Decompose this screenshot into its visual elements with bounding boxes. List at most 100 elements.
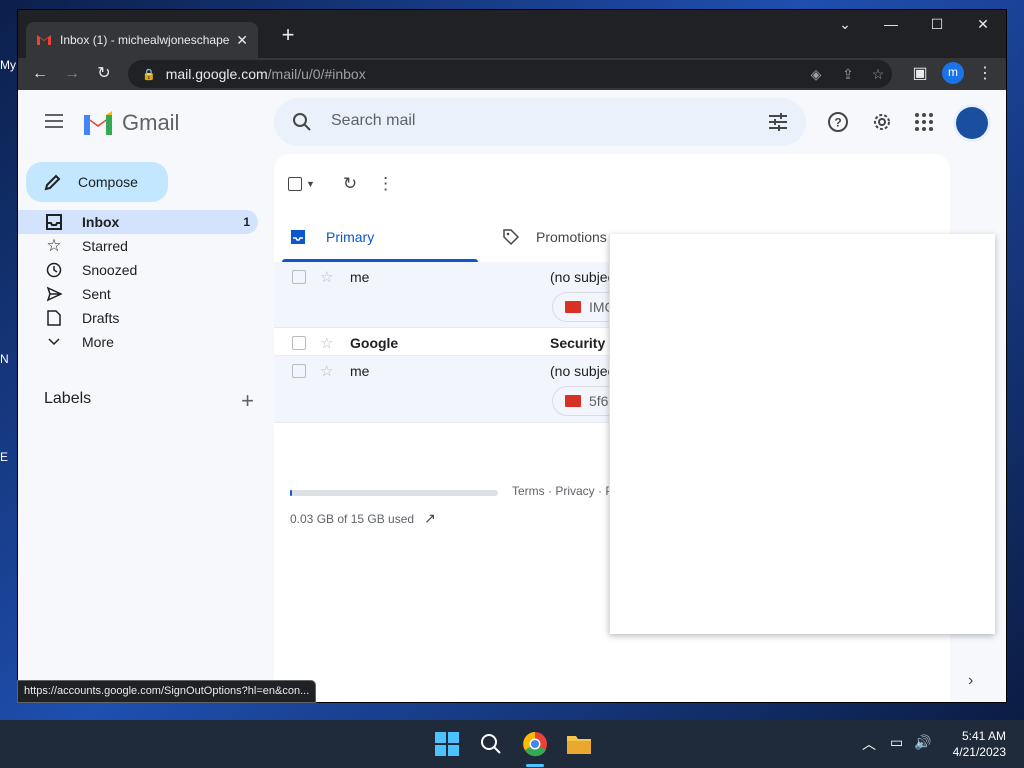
search-input[interactable]: Search mail [331,112,415,130]
sidebar-item-more[interactable]: More [18,330,258,354]
footer-links[interactable]: Terms · Privacy · P [512,484,613,498]
sidebar-item-label: Drafts [82,310,120,326]
browser-window: Inbox (1) - michealwjoneschapel ✕ + ⌄ — … [18,10,1006,702]
sidebar-item-label: More [82,334,114,350]
chevron-down-icon [44,332,64,352]
sidebar-item-label: Snoozed [82,262,138,278]
labels-section: Labels + [44,388,254,413]
windows-start-icon[interactable] [433,730,461,758]
gmail-brand-text: Gmail [122,110,180,135]
volume-icon[interactable]: 🔊 [914,734,931,751]
storage-text: 0.03 GB of 15 GB used [290,511,415,526]
tab-label: Promotions [536,229,607,245]
row-checkbox[interactable] [292,336,306,350]
star-icon[interactable]: ☆ [320,268,333,286]
pencil-icon [44,174,61,191]
extension-icon[interactable]: ◈ [804,62,828,86]
clock-icon [44,260,64,280]
sidebar-item-sent[interactable]: Sent [18,282,258,306]
sidebar-item-starred[interactable]: ☆ Starred [18,234,258,258]
sidebar-item-snoozed[interactable]: Snoozed [18,258,258,282]
back-icon[interactable]: ← [28,62,52,86]
maximize-button[interactable]: ☐ [922,16,952,33]
tab-search-icon[interactable]: ⌄ [830,16,860,33]
select-all-checkbox[interactable]: ▼ [288,177,315,191]
bookmark-star-icon[interactable]: ☆ [866,62,890,86]
email-sender: me [350,363,370,379]
gmail-m-icon [84,111,112,135]
chevron-up-icon[interactable]: ︿ [862,734,876,754]
account-popup-panel [609,234,995,634]
share-icon[interactable]: ⇪ [836,62,860,86]
close-tab-icon[interactable]: ✕ [236,32,248,49]
row-checkbox[interactable] [292,270,306,284]
tab-title: Inbox (1) - michealwjoneschapel [60,33,231,47]
help-icon[interactable]: ? [826,110,850,134]
settings-gear-icon[interactable] [870,110,894,134]
minimize-button[interactable]: — [876,16,906,32]
storage-bar [290,490,498,496]
close-window-button[interactable]: ✕ [968,16,998,33]
list-toolbar: ▼ ↻ ⋮ [288,174,394,194]
draft-icon [44,308,64,328]
search-options-icon[interactable] [766,110,790,134]
gmail-favicon-icon [37,35,51,45]
star-icon: ☆ [46,236,62,255]
link-status-bar: https://accounts.google.com/SignOutOptio… [18,681,316,702]
star-icon[interactable]: ☆ [320,334,333,352]
row-checkbox[interactable] [292,364,306,378]
desktop-icon-label[interactable]: My [0,58,18,72]
sidebar-nav: Inbox 1 ☆ Starred Snoozed Sent Drafts Mo… [18,210,258,354]
reload-icon[interactable]: ↻ [92,62,116,86]
account-avatar[interactable] [956,107,988,139]
tab-label: Primary [326,229,375,245]
email-sender: me [350,269,370,285]
url-path: /mail/u/0/#inbox [267,66,366,82]
sidebar-item-inbox[interactable]: Inbox 1 [18,210,258,234]
storage-meter: 0.03 GB of 15 GB used ↗ [290,490,498,527]
browser-tab[interactable]: Inbox (1) - michealwjoneschapel ✕ [26,22,258,58]
chrome-menu-icon[interactable]: ⋮ [973,62,997,86]
video-file-icon [565,301,581,313]
apps-grid-icon[interactable] [912,110,936,134]
main-menu-icon[interactable] [42,110,66,134]
new-tab-button[interactable]: + [276,24,300,48]
chrome-profile-avatar[interactable]: m [942,62,964,84]
tab-promotions[interactable]: Promotions [502,214,607,260]
gmail-page: Gmail Search mail ? Compose Inbox 1 ☆ St… [18,90,1006,702]
search-bar[interactable]: Search mail [274,98,806,146]
gmail-logo[interactable]: Gmail [82,110,179,136]
desktop-icon-label[interactable]: N [0,352,18,366]
chevron-right-icon[interactable]: › [968,672,973,690]
email-subject: (no subjec [550,363,615,379]
address-bar[interactable]: 🔒 mail.google.com /mail/u/0/#inbox ◈ ⇪ ☆ [128,60,892,88]
network-icon[interactable]: ▭ [890,734,903,751]
open-in-new-icon[interactable]: ↗ [424,510,436,527]
compose-label: Compose [78,174,138,190]
caret-down-icon: ▼ [306,179,315,189]
system-clock[interactable]: 5:41 AM 4/21/2023 [942,728,1006,760]
forward-icon[interactable]: → [60,62,84,86]
lock-icon[interactable]: 🔒 [142,68,156,81]
svg-text:?: ? [834,116,841,130]
refresh-icon[interactable]: ↻ [343,174,357,194]
file-explorer-icon[interactable] [565,730,593,758]
search-icon[interactable] [290,110,314,134]
star-icon[interactable]: ☆ [320,362,333,380]
sidebar-item-drafts[interactable]: Drafts [18,306,258,330]
compose-button[interactable]: Compose [26,162,168,202]
more-options-icon[interactable]: ⋮ [377,174,394,194]
title-bar: Inbox (1) - michealwjoneschapel ✕ + ⌄ — … [18,10,1006,58]
desktop-icon-label[interactable]: E [0,450,18,464]
search-icon[interactable] [477,730,505,758]
windows-taskbar: ︿ ▭ 🔊 5:41 AM 4/21/2023 [0,720,1024,768]
add-label-icon[interactable]: + [241,388,254,414]
inbox-icon [291,230,305,244]
browser-toolbar: ← → ↻ 🔒 mail.google.com /mail/u/0/#inbox… [18,58,1006,90]
url-host: mail.google.com [165,66,268,82]
chrome-taskbar-icon[interactable] [521,730,549,758]
video-file-icon [565,395,581,407]
side-panel-icon[interactable]: ▣ [908,62,932,86]
storage-bar-fill [290,490,292,496]
tab-primary[interactable]: Primary [282,214,478,262]
